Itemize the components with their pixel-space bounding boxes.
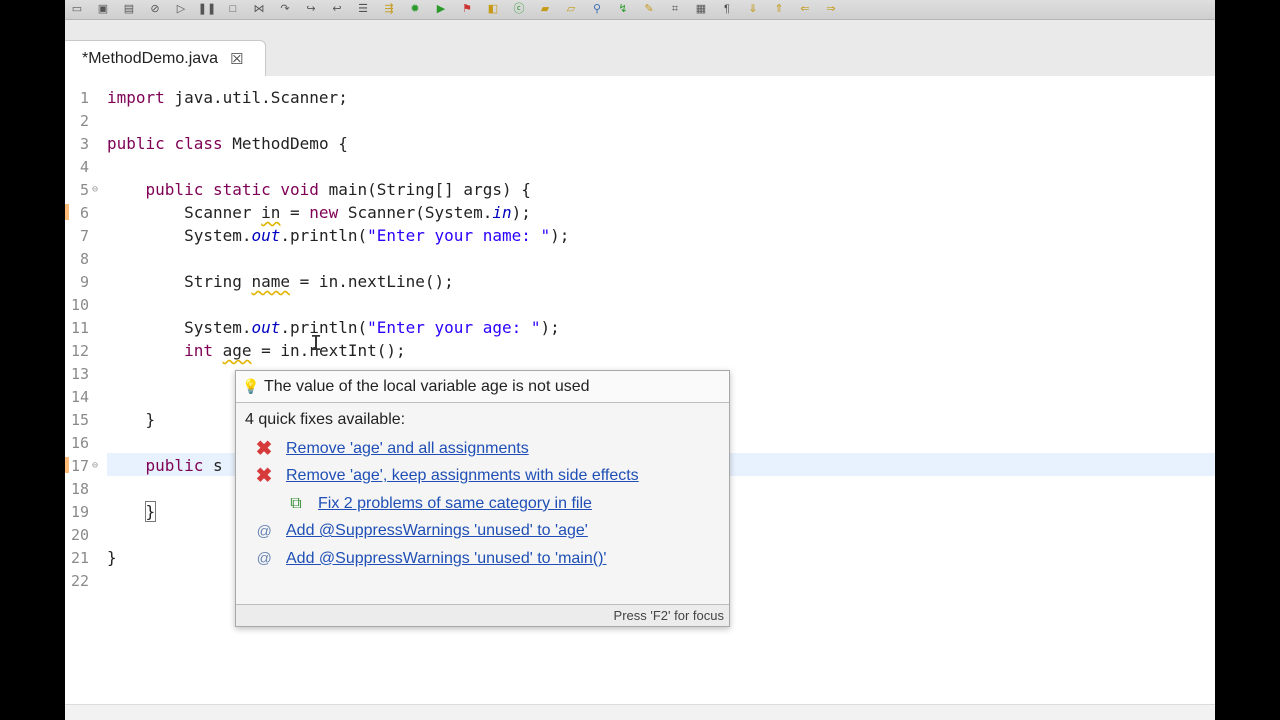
block-selection-icon[interactable]: ⌗ <box>667 3 683 17</box>
open-folder-icon[interactable]: ▱ <box>563 3 579 17</box>
quick-fix-title: The value of the local variable age is n… <box>264 377 590 395</box>
quick-fix-item[interactable]: ✖ Remove 'age' and all assignments <box>236 435 729 463</box>
main-toolbar: ▭ ▣ ▤ ⊘ ▷ ❚❚ □ ⋈ ↷ ↪ ↩ ☰ ⇶ ✹ ▶ ⚑ ◧ ⓒ ▰ ▱… <box>65 0 1215 20</box>
fold-collapse-icon[interactable]: ⊖ <box>89 184 101 195</box>
show-whitespace-icon[interactable]: ¶ <box>719 3 735 17</box>
quick-fix-link[interactable]: Add @SuppressWarnings 'unused' to 'age' <box>286 522 588 540</box>
line-number: 4 <box>79 157 89 176</box>
line-number: 16 <box>70 433 89 452</box>
disconnect-icon[interactable]: ⋈ <box>251 3 267 17</box>
line-number: 12 <box>70 341 89 360</box>
quick-fix-item[interactable]: ⧉ Fix 2 problems of same category in fil… <box>236 490 729 518</box>
skip-breakpoints-icon[interactable]: ⊘ <box>147 3 163 17</box>
code-line: 6 Scanner in = new Scanner(System.in); <box>65 201 1215 224</box>
quick-fix-link[interactable]: Fix 2 problems of same category in file <box>318 495 592 513</box>
quick-fix-popup: 💡 The value of the local variable age is… <box>235 370 730 627</box>
line-number: 8 <box>79 249 89 268</box>
editor-tab-bar: *MethodDemo.java ☒ <box>65 20 1215 76</box>
annotation-at-icon: @ <box>256 550 272 568</box>
code-line: 5 ⊖ public static void main(String[] args… <box>65 178 1215 201</box>
quick-fix-item[interactable]: ✖ Remove 'age', keep assignments with si… <box>236 463 729 491</box>
back-icon[interactable]: ⇐ <box>797 3 813 17</box>
new-class-icon[interactable]: ⓒ <box>511 3 527 17</box>
next-annotation-icon[interactable]: ↯ <box>615 3 631 17</box>
multi-fix-icon: ⧉ <box>290 494 302 512</box>
line-number: 10 <box>70 295 89 314</box>
save-all-icon[interactable]: ▤ <box>121 3 137 17</box>
suspend-icon[interactable]: ❚❚ <box>198 3 216 17</box>
quick-fix-item[interactable]: @ Add @SuppressWarnings 'unused' to 'mai… <box>236 545 729 573</box>
quick-fix-footer: Press 'F2' for focus <box>236 604 729 626</box>
toggle-block-icon[interactable]: ☰ <box>355 3 371 17</box>
previous-edit-icon[interactable]: ⇑ <box>771 3 787 17</box>
debug-icon[interactable]: ✹ <box>407 3 423 17</box>
step-return-icon[interactable]: ↩ <box>329 3 345 17</box>
code-line: 9 String name = in.nextLine(); <box>65 270 1215 293</box>
run-icon[interactable]: ▶ <box>433 3 449 17</box>
external-tools-icon[interactable]: ⚑ <box>459 3 475 17</box>
close-x-icon[interactable]: ☒ <box>230 50 243 68</box>
line-number: 15 <box>70 410 89 429</box>
code-line: 3 public class MethodDemo { <box>65 132 1215 155</box>
use-step-filters-icon[interactable]: ⇶ <box>381 3 397 17</box>
quick-fix-link[interactable]: Remove 'age' and all assignments <box>286 440 529 458</box>
search-icon[interactable]: ⚲ <box>589 3 605 17</box>
quick-fix-item[interactable]: @ Add @SuppressWarnings 'unused' to 'age… <box>236 518 729 546</box>
line-number: 22 <box>70 571 89 590</box>
line-number: 20 <box>70 525 89 544</box>
remove-x-icon: ✖ <box>255 437 273 460</box>
mark-occurrences-icon[interactable]: ✎ <box>641 3 657 17</box>
new-file-icon[interactable]: ▭ <box>69 3 85 17</box>
fold-collapse-icon[interactable]: ⊖ <box>89 460 101 471</box>
line-number: 1 <box>79 88 89 107</box>
code-line: 2 <box>65 109 1215 132</box>
quick-fix-header: 💡 The value of the local variable age is… <box>236 371 729 403</box>
code-line: 8 <box>65 247 1215 270</box>
line-number: 9 <box>79 272 89 291</box>
quick-fix-link[interactable]: Remove 'age', keep assignments with side… <box>286 467 639 485</box>
step-into-icon[interactable]: ↷ <box>277 3 293 17</box>
quick-fix-link[interactable]: Add @SuppressWarnings 'unused' to 'main(… <box>286 550 606 568</box>
open-type-icon[interactable]: ▰ <box>537 3 553 17</box>
editor-tab-title: *MethodDemo.java <box>82 49 219 67</box>
code-line: 7 System.out.println("Enter your name: "… <box>65 224 1215 247</box>
code-line: 10 <box>65 293 1215 316</box>
line-number: 21 <box>70 548 89 567</box>
horizontal-scrollbar[interactable] <box>65 704 1215 720</box>
remove-x-icon: ✖ <box>255 465 273 488</box>
code-line: 1 import java.util.Scanner; <box>65 86 1215 109</box>
step-over-icon[interactable]: ↪ <box>303 3 319 17</box>
editor-tab-methoddemo[interactable]: *MethodDemo.java ☒ <box>65 40 266 76</box>
new-java-project-icon[interactable]: ◧ <box>485 3 501 17</box>
forward-icon[interactable]: ⇒ <box>823 3 839 17</box>
code-line: 11 System.out.println("Enter your age: "… <box>65 316 1215 339</box>
line-number: 14 <box>70 387 89 406</box>
line-number: 5 <box>79 180 89 199</box>
line-number: 2 <box>79 111 89 130</box>
line-number: 17 <box>70 456 89 475</box>
line-number: 3 <box>79 134 89 153</box>
line-number: 11 <box>70 318 89 337</box>
matching-brace: } <box>144 501 157 522</box>
text-cursor-icon: I <box>310 331 323 355</box>
word-wrap-icon[interactable]: ▦ <box>693 3 709 17</box>
quick-fix-count: 4 quick fixes available: <box>245 411 406 428</box>
annotation-at-icon: @ <box>256 522 272 540</box>
terminate-icon[interactable]: □ <box>225 3 241 17</box>
code-line: 12 int age = in.nextInt(); <box>65 339 1215 362</box>
resume-icon[interactable]: ▷ <box>173 3 189 17</box>
warning-lightbulb-icon: 💡 <box>242 378 260 394</box>
next-edit-icon[interactable]: ⇓ <box>745 3 761 17</box>
line-number: 7 <box>79 226 89 245</box>
line-number: 13 <box>70 364 89 383</box>
line-number: 18 <box>70 479 89 498</box>
line-number: 19 <box>70 502 89 521</box>
code-line: 4 <box>65 155 1215 178</box>
line-number: 6 <box>79 203 89 222</box>
save-icon[interactable]: ▣ <box>95 3 111 17</box>
